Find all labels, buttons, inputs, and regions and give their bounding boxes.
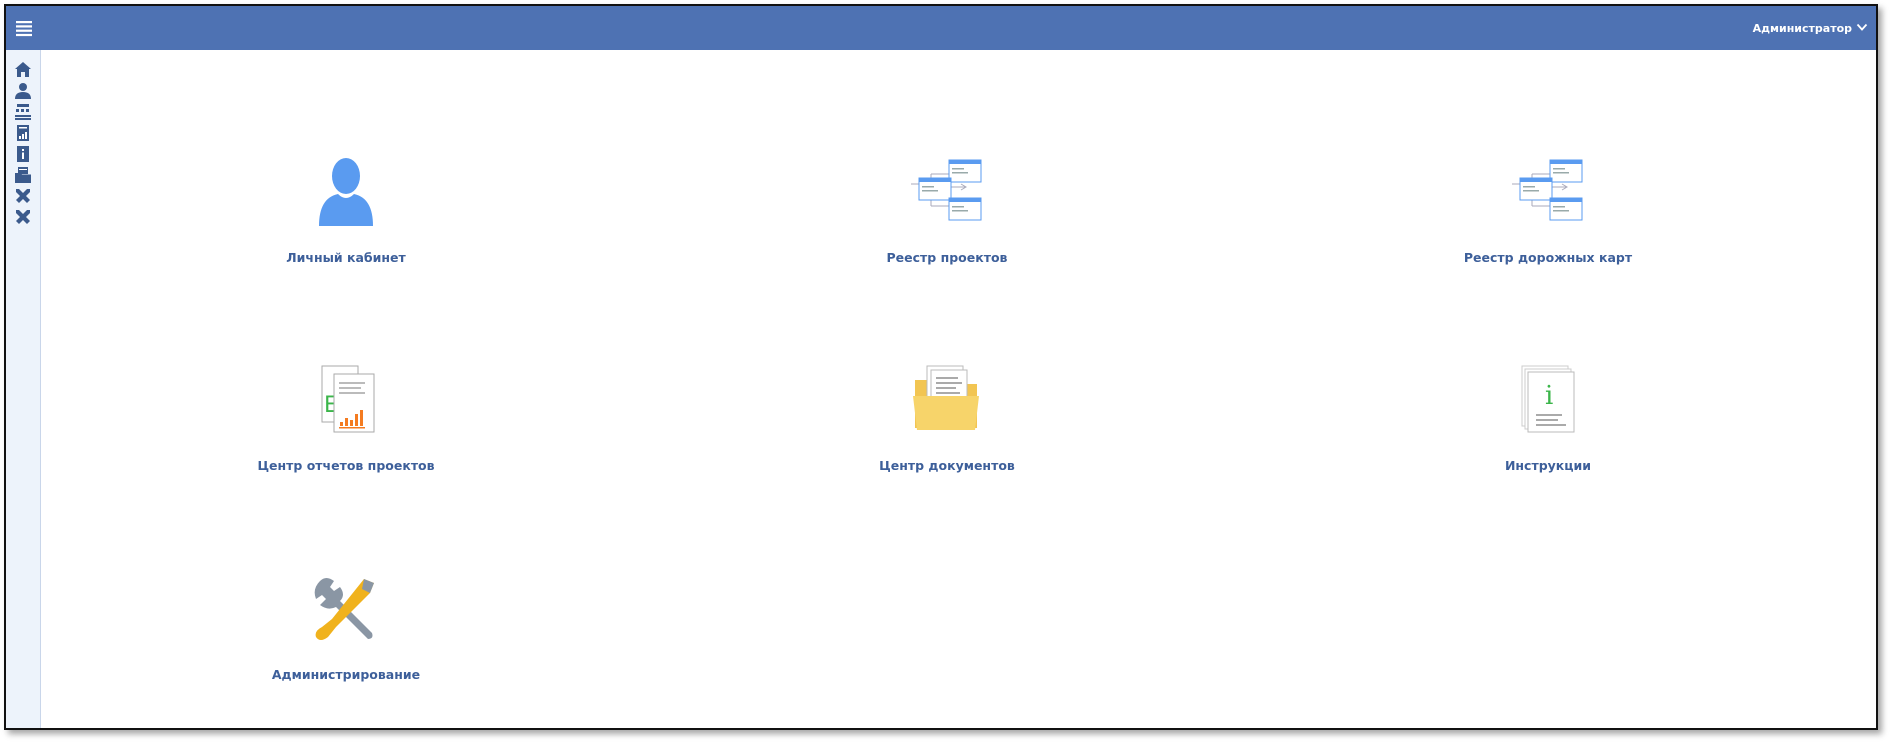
report-icon[interactable] xyxy=(13,123,33,143)
tile-administration[interactable]: Администрирование xyxy=(216,571,476,701)
home-icon[interactable] xyxy=(13,60,33,80)
user-icon[interactable] xyxy=(13,81,33,101)
folder-icon[interactable] xyxy=(13,165,33,185)
instructions-icon: i xyxy=(1508,362,1588,442)
chevron-down-icon xyxy=(1856,21,1868,36)
administration-tools-icon xyxy=(306,571,386,651)
tile-instructions[interactable]: i Инструкции xyxy=(1418,362,1678,492)
roadmap-registry-icon xyxy=(1508,154,1588,234)
svg-text:i: i xyxy=(1545,381,1553,411)
tile-label: Администрирование xyxy=(271,667,421,682)
tile-personal-cabinet[interactable]: Личный кабинет xyxy=(216,154,476,284)
user-name: Администратор xyxy=(1752,21,1852,35)
tile-label: Инструкции xyxy=(1504,458,1592,473)
sidebar xyxy=(6,50,41,728)
top-bar: Администратор xyxy=(6,6,1876,50)
info-icon[interactable] xyxy=(13,144,33,164)
hamburger-menu-icon[interactable] xyxy=(14,18,34,38)
tile-label: Центр документов xyxy=(879,458,1015,473)
main-content: Личный кабинет Реестр проектов Реестр до… xyxy=(41,50,1876,728)
tile-label: Личный кабинет xyxy=(286,250,406,265)
tile-documents-center[interactable]: Центр документов xyxy=(817,362,1077,492)
documents-folder-icon xyxy=(907,362,987,442)
tile-reports-center[interactable]: E Центр отчетов проектов xyxy=(216,362,476,492)
app-window: Администратор Личный кабинет Реестр прое… xyxy=(4,4,1878,730)
tile-roadmap-registry[interactable]: Реестр дорожных карт xyxy=(1418,154,1678,284)
reports-center-icon: E xyxy=(306,362,386,442)
user-menu[interactable]: Администратор xyxy=(1753,6,1868,50)
user-profile-icon xyxy=(306,154,386,234)
tile-label: Реестр дорожных карт xyxy=(1463,250,1633,265)
tile-label: Реестр проектов xyxy=(886,250,1008,265)
project-registry-icon xyxy=(907,154,987,234)
admin-tools-icon[interactable] xyxy=(13,207,33,227)
tools-icon[interactable] xyxy=(13,186,33,206)
tile-project-registry[interactable]: Реестр проектов xyxy=(817,154,1077,284)
structure-icon[interactable] xyxy=(13,102,33,122)
tile-label: Центр отчетов проектов xyxy=(257,458,435,473)
